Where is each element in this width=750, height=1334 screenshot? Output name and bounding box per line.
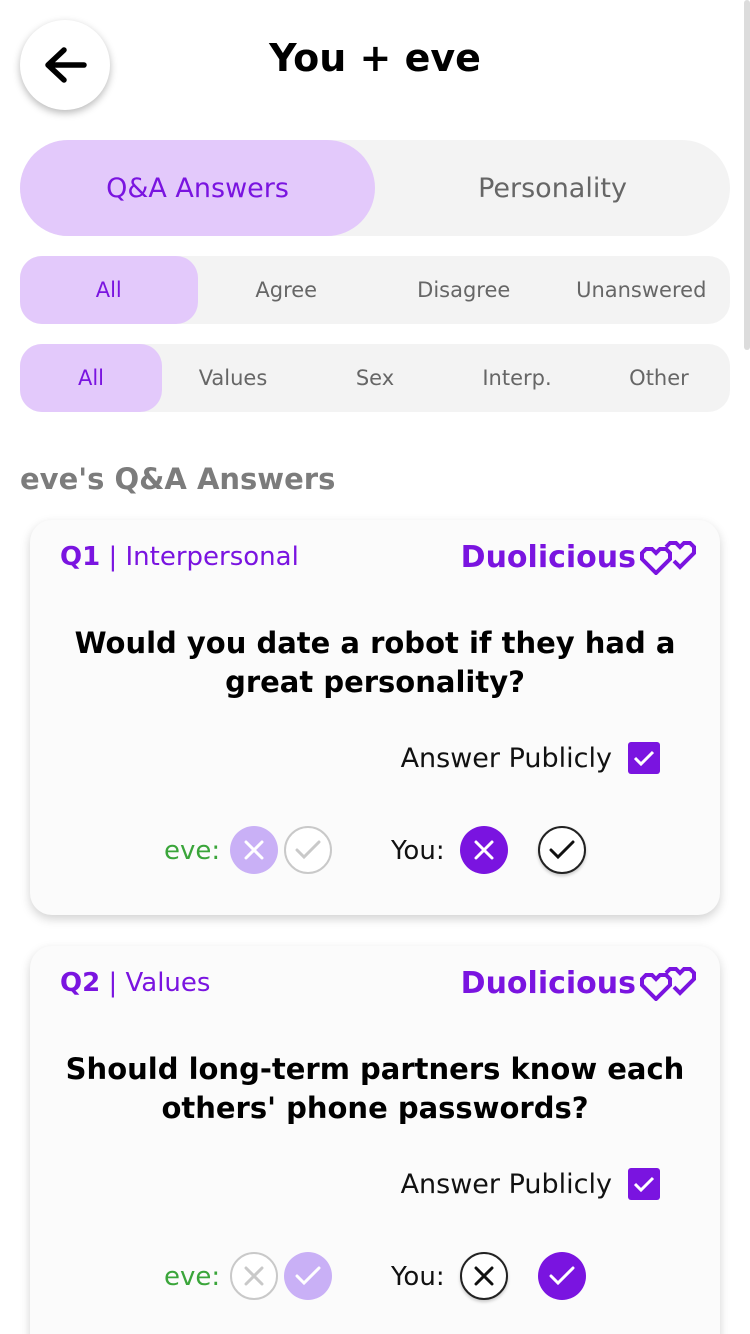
- page-title: You + eve: [269, 36, 481, 80]
- you-label: You:: [391, 836, 445, 866]
- answer-publicly-label: Answer Publicly: [400, 742, 612, 774]
- answer-filter-disagree[interactable]: Disagree: [375, 256, 553, 324]
- eve-yes-indicator: [284, 1252, 332, 1300]
- question-number: Q2: [60, 968, 101, 998]
- section-title: eve's Q&A Answers: [20, 462, 336, 496]
- brand-text: Duolicious: [460, 540, 636, 575]
- brand: Duolicious: [461, 540, 698, 575]
- brand: Duolicious: [461, 966, 698, 1001]
- x-icon: [244, 840, 264, 860]
- question-card: Q2 | Values Duolicious Should long-term …: [30, 946, 720, 1334]
- header: You + eve: [0, 0, 750, 130]
- answer-filter-agree[interactable]: Agree: [198, 256, 376, 324]
- category-filter-values[interactable]: Values: [162, 344, 304, 412]
- answer-filter: All Agree Disagree Unanswered: [20, 256, 730, 324]
- you-no-button[interactable]: [460, 826, 508, 874]
- answer-filter-unanswered[interactable]: Unanswered: [553, 256, 731, 324]
- pixel-hearts-icon: [640, 540, 696, 575]
- answers-row: eve: You:: [30, 1252, 720, 1302]
- tab-personality[interactable]: Personality: [375, 140, 730, 236]
- answer-publicly-checkbox[interactable]: [628, 1168, 660, 1200]
- answer-filter-all[interactable]: All: [20, 256, 198, 324]
- answer-publicly: Answer Publicly: [401, 1168, 660, 1200]
- pixel-hearts-icon: [640, 966, 696, 1001]
- check-icon: [549, 840, 575, 860]
- question-text: Should long-term partners know each othe…: [65, 1052, 685, 1125]
- category-filter-other[interactable]: Other: [588, 344, 730, 412]
- x-icon: [244, 1266, 264, 1286]
- category-filter-interp[interactable]: Interp.: [446, 344, 588, 412]
- question-category: Q1 | Interpersonal: [60, 542, 299, 572]
- main-tabs: Q&A Answers Personality: [20, 140, 730, 236]
- scrollbar[interactable]: [744, 0, 750, 350]
- eve-no-indicator: [230, 1252, 278, 1300]
- eve-label: eve:: [164, 1262, 221, 1292]
- category-filter: All Values Sex Interp. Other: [20, 344, 730, 412]
- x-icon: [474, 1266, 494, 1286]
- x-icon: [474, 840, 494, 860]
- question-card: Q1 | Interpersonal Duolicious Would you …: [30, 520, 720, 915]
- brand-text: Duolicious: [460, 966, 636, 1001]
- answers-row: eve: You:: [30, 826, 720, 876]
- question-number: Q1: [60, 542, 101, 572]
- you-yes-button[interactable]: [538, 1252, 586, 1300]
- answer-publicly-checkbox[interactable]: [628, 742, 660, 774]
- question-category-label: | Values: [100, 968, 211, 998]
- eve-yes-indicator: [284, 826, 332, 874]
- you-yes-button[interactable]: [538, 826, 586, 874]
- question-category: Q2 | Values: [60, 968, 210, 998]
- check-icon: [549, 1266, 575, 1286]
- question-text: Would you date a robot if they had a gre…: [74, 626, 676, 699]
- you-label: You:: [391, 1262, 445, 1292]
- category-filter-sex[interactable]: Sex: [304, 344, 446, 412]
- question-category-label: | Interpersonal: [100, 542, 299, 572]
- answer-publicly: Answer Publicly: [401, 742, 660, 774]
- tab-qa-answers[interactable]: Q&A Answers: [20, 140, 375, 236]
- check-icon: [295, 840, 321, 860]
- you-no-button[interactable]: [460, 1252, 508, 1300]
- answer-publicly-label: Answer Publicly: [400, 1168, 612, 1200]
- category-filter-all[interactable]: All: [20, 344, 162, 412]
- eve-label: eve:: [164, 836, 221, 866]
- eve-no-indicator: [230, 826, 278, 874]
- check-icon: [295, 1266, 321, 1286]
- checkmark-icon: [633, 1176, 655, 1193]
- checkmark-icon: [633, 750, 655, 767]
